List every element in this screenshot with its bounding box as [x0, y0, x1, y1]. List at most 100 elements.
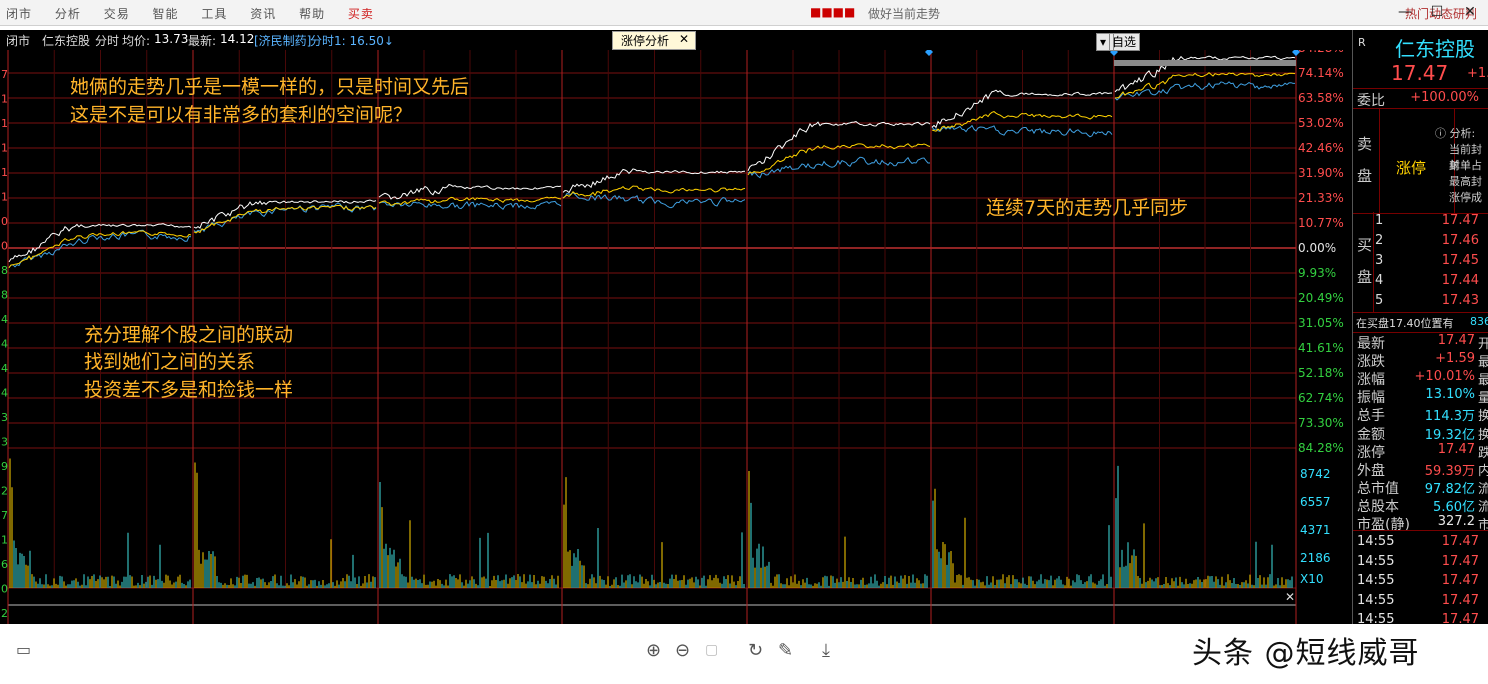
annotation-text: 连续7天的走势几乎同步: [986, 197, 1189, 219]
tick-price: 17.47: [1441, 534, 1479, 549]
menu-item[interactable]: 闭市: [6, 7, 32, 21]
limit-up-band: [1114, 60, 1296, 66]
menu-item[interactable]: 资讯: [250, 7, 276, 21]
minimize-button[interactable]: —: [1390, 2, 1420, 22]
tick-price: 17.47: [1441, 553, 1479, 569]
tick-time: 14:55: [1357, 612, 1395, 624]
y-tick-label: 42.46%: [1298, 141, 1344, 155]
stat-value: 13.10%: [1425, 387, 1475, 403]
stat-label: 涨停: [1357, 444, 1385, 461]
analysis-label[interactable]: ⓘ 分析:: [1435, 125, 1475, 141]
annotation-text: 投资差不多是和捡钱一样: [84, 379, 294, 401]
stat-tail: 内: [1478, 460, 1488, 479]
left-axis-label: 6: [1, 558, 8, 571]
left-axis-label: 4: [1, 313, 8, 326]
zoom-in-icon[interactable]: ⊕: [646, 640, 661, 661]
tab-close-icon[interactable]: ✕: [679, 32, 689, 46]
menu-item[interactable]: 工具: [201, 7, 227, 21]
actual-size-icon[interactable]: ▢: [705, 642, 718, 658]
related-stock[interactable]: [济民制药]: [254, 32, 311, 49]
sell-side: 卖 盘 涨停 ⓘ 分析: 当前封单 封单占 最高封 涨停成: [1353, 108, 1488, 214]
latest-value: 14.12: [220, 32, 255, 46]
left-axis-label: 2: [1, 607, 8, 620]
maximize-button[interactable]: ☐: [1422, 2, 1452, 22]
tick-price: 17.47: [1441, 573, 1479, 588]
thumbnail-icon[interactable]: ▭: [16, 640, 31, 659]
left-axis-label: 1: [1, 93, 8, 106]
stat-row: 涨幅 +10.01%最: [1353, 369, 1488, 388]
volume-tick-label: X10: [1300, 572, 1324, 586]
bid-row: 3 17.45: [1353, 252, 1488, 271]
bid-level: 2: [1375, 233, 1384, 248]
left-axis-label: 0: [1, 240, 8, 253]
r-marker: R: [1358, 36, 1366, 49]
download-icon[interactable]: ⤓: [822, 640, 830, 661]
current-price: 17.47: [1391, 61, 1449, 85]
tick-time: 14:55: [1357, 592, 1395, 608]
left-axis-label: 3: [1, 411, 8, 424]
menu-item[interactable]: 买卖: [348, 7, 374, 21]
y-tick-label: 84.28%: [1298, 441, 1344, 455]
tab-limit-up-analysis[interactable]: 涨停分析 ✕: [612, 31, 696, 50]
left-axis-label: 1: [1, 534, 8, 547]
stat-label: 市盈(静): [1357, 517, 1410, 533]
buy-position-num: 836: [1470, 315, 1488, 328]
y-tick-label: 52.18%: [1298, 366, 1344, 380]
stat-tail: 换: [1478, 424, 1488, 443]
tick-row: 14:55 17.47: [1353, 534, 1488, 553]
stat-tail: 开: [1478, 333, 1488, 352]
weibi-value: +100.00%: [1410, 90, 1479, 105]
analysis-item: 封单占: [1449, 159, 1482, 172]
left-axis-label: 7: [1, 68, 8, 81]
volume-tick-label: 2186: [1300, 551, 1331, 565]
volume-tick-label: 4371: [1300, 523, 1331, 537]
close-button[interactable]: ✕: [1455, 2, 1485, 22]
y-tick-label: 21.33%: [1298, 191, 1344, 205]
market-status: 闭市: [6, 34, 31, 48]
stat-value: 114.3万: [1424, 409, 1475, 425]
y-tick-label: 20.49%: [1298, 291, 1344, 305]
y-tick-label: 63.58%: [1298, 91, 1344, 105]
y-tick-label: 0.00%: [1298, 241, 1336, 255]
zoom-out-icon[interactable]: ⊖: [675, 640, 690, 661]
stat-label: 振幅: [1357, 390, 1385, 407]
bid-level: 1: [1375, 213, 1384, 228]
stat-row: 最新 17.47开: [1353, 333, 1488, 352]
y-tick-label: 31.05%: [1298, 316, 1344, 330]
stat-row: 总股本 5.60亿流: [1353, 496, 1488, 515]
title-highlight: ■■■■: [810, 5, 856, 19]
latest-label: 最新:: [188, 34, 217, 48]
stat-value: 17.47: [1437, 333, 1475, 348]
y-tick-label: 10.77%: [1298, 216, 1344, 230]
stat-row: 总市值 97.82亿流: [1353, 478, 1488, 497]
menu-item[interactable]: 帮助: [299, 7, 325, 21]
stat-tail: 最: [1478, 351, 1488, 370]
stat-value: 17.47: [1437, 441, 1475, 457]
stock-name: 仁东控股: [42, 34, 91, 48]
menu-item[interactable]: 分析: [55, 7, 81, 21]
stat-value: 5.60亿: [1433, 499, 1475, 515]
tick-list: 14:55 17.47 14:55 17.47 14:55 17.47 14:55 17.47…: [1353, 530, 1488, 624]
stat-row: 金额 19.32亿换: [1353, 424, 1488, 443]
menu-item[interactable]: 交易: [104, 7, 130, 21]
menu-item[interactable]: 智能: [153, 7, 179, 21]
limit-up-label: 涨停: [1396, 159, 1427, 177]
left-axis-label: 4: [1, 338, 8, 351]
tick-price: 17.47: [1441, 592, 1479, 608]
tick-price: 17.47: [1441, 612, 1479, 624]
stat-label: 总市值: [1357, 480, 1399, 497]
y-tick-label: 9.93%: [1298, 266, 1336, 280]
subchart-close-icon: ✕: [1285, 590, 1295, 604]
stat-tail: 跌: [1478, 442, 1488, 461]
analysis-item: 涨停成: [1449, 191, 1482, 204]
related-time: 分时1: 16.50↓: [310, 34, 394, 48]
stat-row: 振幅 13.10%量: [1353, 387, 1488, 406]
bid-row: 1 17.47: [1353, 212, 1488, 231]
left-axis-label: 8: [1, 289, 8, 302]
tick-time: 14:55: [1357, 573, 1395, 588]
stat-tail: 流: [1478, 478, 1488, 497]
rotate-icon[interactable]: ↻: [748, 640, 763, 661]
stats-table: 最新17.47开涨跌+1.59最涨幅+10.01%最振幅13.10%量总手114…: [1353, 332, 1488, 533]
dropdown-icon[interactable]: ▾: [1096, 33, 1111, 51]
edit-icon[interactable]: ✎: [778, 640, 793, 661]
